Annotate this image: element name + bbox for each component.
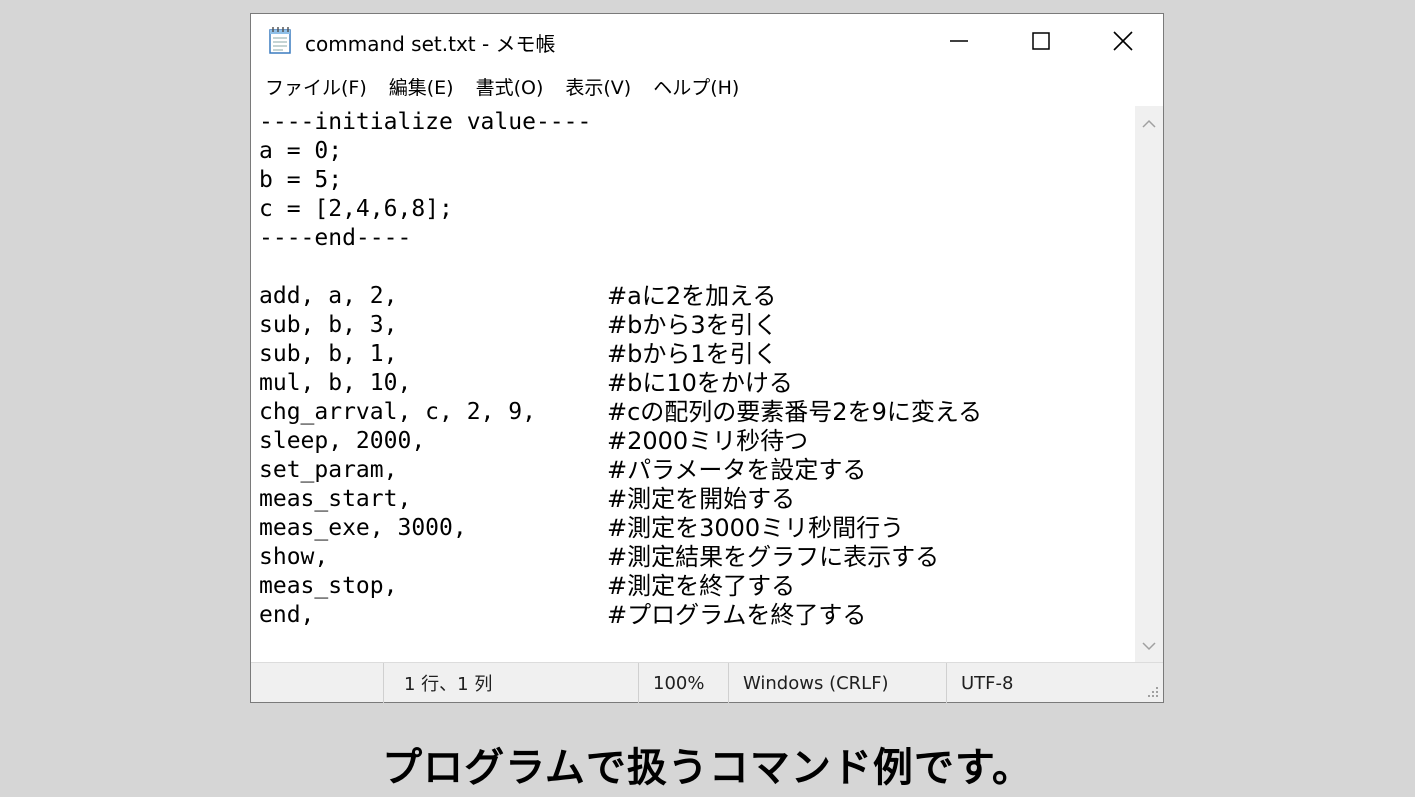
menu-view[interactable]: 表示(V) [561, 73, 635, 100]
line-command: c = [2,4,6,8]; [259, 196, 453, 222]
editor-line: add, a, 2, #aに2を加える [259, 282, 982, 311]
editor-line: sub, b, 3, #bから3を引く [259, 311, 982, 340]
menu-edit[interactable]: 編集(E) [385, 73, 458, 100]
editor-line: ----end---- [259, 224, 982, 253]
line-comment: #パラメータを設定する [607, 456, 867, 484]
line-command: meas_stop, [259, 573, 398, 599]
line-command: chg_arrval, c, 2, 9, [259, 399, 536, 425]
line-command: meas_exe, 3000, [259, 515, 467, 541]
line-comment: #測定結果をグラフに表示する [607, 543, 940, 571]
line-command: mul, b, 10, [259, 370, 412, 396]
line-command: sleep, 2000, [259, 428, 426, 454]
status-zoom: 100% [638, 663, 728, 703]
caption-text: プログラムで扱うコマンド例です。 [382, 745, 1033, 791]
line-command: sub, b, 1, [259, 341, 398, 367]
editor-line: chg_arrval, c, 2, 9, #cの配列の要素番号2を9に変える [259, 398, 982, 427]
close-button[interactable] [1082, 14, 1164, 68]
line-command: a = 0; [259, 138, 343, 164]
editor-line: meas_start, #測定を開始する [259, 485, 982, 514]
status-position: 1 行、1 列 [383, 663, 638, 703]
editor-line: show, #測定結果をグラフに表示する [259, 543, 982, 572]
maximize-icon [1032, 32, 1050, 50]
text-editor[interactable]: ----initialize value---- a = 0; b = 5; c = … [251, 106, 1135, 662]
line-comment: #aに2を加える [607, 282, 777, 310]
line-command: sub, b, 3, [259, 312, 398, 338]
status-bar: 1 行、1 列 100% Windows (CRLF) UTF-8 [251, 662, 1163, 703]
line-comment: #測定を終了する [607, 572, 796, 600]
maximize-button[interactable] [1000, 14, 1082, 68]
editor-line: set_param, #パラメータを設定する [259, 456, 982, 485]
editor-line: sleep, 2000, #2000ミリ秒待つ [259, 427, 982, 456]
editor-line: meas_stop, #測定を終了する [259, 572, 982, 601]
line-comment: #測定を開始する [607, 485, 796, 513]
line-command: show, [259, 544, 329, 570]
line-comment: #cの配列の要素番号2を9に変える [607, 398, 983, 426]
menu-file[interactable]: ファイル(F) [261, 73, 371, 100]
title-bar[interactable]: command set.txt - メモ帳 [251, 14, 1163, 68]
editor-line: mul, b, 10, #bに10をかける [259, 369, 982, 398]
line-comment: #2000ミリ秒待つ [607, 427, 809, 455]
editor-line: sub, b, 1, #bから1を引く [259, 340, 982, 369]
editor-line: meas_exe, 3000, #測定を3000ミリ秒間行う [259, 514, 982, 543]
line-command: set_param, [259, 457, 398, 483]
editor-line: c = [2,4,6,8]; [259, 195, 982, 224]
editor-line: ----initialize value---- [259, 108, 982, 137]
menu-help[interactable]: ヘルプ(H) [649, 73, 743, 100]
menu-bar: ファイル(F) 編集(E) 書式(O) 表示(V) ヘルプ(H) [251, 68, 1163, 104]
scroll-down-button[interactable] [1135, 634, 1163, 658]
scroll-up-button[interactable] [1135, 112, 1163, 136]
notepad-icon [269, 27, 291, 54]
line-command: add, a, 2, [259, 283, 398, 309]
notepad-window: command set.txt - メモ帳 ファイル(F) 編集(E) 書式(O… [250, 13, 1164, 703]
menu-format[interactable]: 書式(O) [472, 73, 548, 100]
resize-grip-icon[interactable] [1145, 684, 1159, 698]
line-command: b = 5; [259, 167, 343, 193]
line-comment: #bから1を引く [607, 340, 778, 368]
status-line-ending: Windows (CRLF) [728, 663, 946, 703]
editor-line: b = 5; [259, 166, 982, 195]
editor-line: a = 0; [259, 137, 982, 166]
chevron-up-icon [1142, 119, 1156, 128]
line-comment: #測定を3000ミリ秒間行う [607, 514, 905, 542]
line-command: ----initialize value---- [259, 109, 592, 135]
editor-line: end, #プログラムを終了する [259, 601, 982, 630]
minimize-icon [950, 40, 968, 42]
minimize-button[interactable] [918, 14, 1000, 68]
line-comment: #bから3を引く [607, 311, 778, 339]
line-command: ----end---- [259, 225, 412, 251]
line-command: meas_start, [259, 486, 412, 512]
window-title: command set.txt - メモ帳 [305, 32, 556, 56]
status-encoding: UTF-8 [946, 663, 1163, 703]
close-icon [1113, 31, 1133, 51]
chevron-down-icon [1142, 642, 1156, 651]
line-comment: #プログラムを終了する [607, 601, 867, 629]
line-comment: #bに10をかける [607, 369, 793, 397]
vertical-scrollbar[interactable] [1135, 106, 1163, 662]
editor-content[interactable]: ----initialize value---- a = 0; b = 5; c = … [259, 108, 982, 630]
line-command: end, [259, 602, 315, 628]
